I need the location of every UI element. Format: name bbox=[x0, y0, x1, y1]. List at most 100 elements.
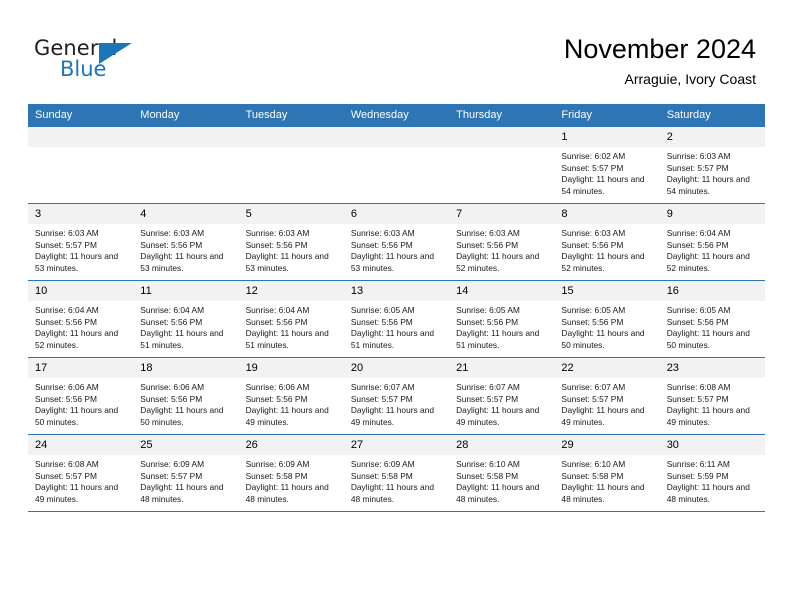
daylight-text: Daylight: 11 hours and 49 minutes. bbox=[666, 405, 750, 427]
calendar-day-cell[interactable]: 28 Sunrise: 6:10 AM Sunset: 5:58 PM Dayligh… bbox=[449, 434, 555, 512]
calendar-week-row: 17 Sunrise: 6:06 AM Sunset: 5:56 PM Dayligh… bbox=[28, 357, 765, 435]
daylight-text: Daylight: 11 hours and 50 minutes. bbox=[666, 328, 750, 350]
sunset-text: Sunset: 5:57 PM bbox=[35, 470, 97, 481]
calendar-day-cell[interactable]: 2 Sunrise: 6:03 AM Sunset: 5:57 PM Daylight… bbox=[659, 127, 765, 204]
calendar-day-cell[interactable]: 22 Sunrise: 6:07 AM Sunset: 5:57 PM Dayligh… bbox=[554, 357, 660, 435]
calendar-day-cell[interactable]: 26 Sunrise: 6:09 AM Sunset: 5:58 PM Dayligh… bbox=[238, 434, 344, 512]
sunset-text: Sunset: 5:56 PM bbox=[140, 316, 203, 327]
calendar-day-cell[interactable]: 29 Sunrise: 6:10 AM Sunset: 5:58 PM Dayligh… bbox=[554, 434, 660, 512]
calendar-day-cell[interactable]: 16 Sunrise: 6:05 AM Sunset: 5:56 PM Dayligh… bbox=[659, 280, 765, 358]
sunrise-text: Sunrise: 6:05 AM bbox=[456, 305, 520, 315]
calendar-cell-empty bbox=[238, 127, 344, 204]
sunrise-text: Sunrise: 6:04 AM bbox=[140, 305, 205, 315]
sunrise-text: Sunrise: 6:07 AM bbox=[561, 382, 626, 392]
day-number: 10 bbox=[28, 281, 134, 301]
day-number bbox=[449, 127, 555, 147]
day-number: 24 bbox=[28, 435, 134, 455]
day-details: Sunrise: 6:03 AM Sunset: 5:56 PM Daylight:… bbox=[449, 224, 554, 274]
sunrise-text: Sunrise: 6:08 AM bbox=[35, 459, 99, 469]
calendar-day-cell[interactable]: 15 Sunrise: 6:05 AM Sunset: 5:56 PM Dayligh… bbox=[554, 280, 660, 358]
sunrise-text: Sunrise: 6:03 AM bbox=[561, 228, 626, 238]
calendar-day-cell[interactable]: 17 Sunrise: 6:06 AM Sunset: 5:56 PM Dayligh… bbox=[28, 357, 134, 435]
calendar-day-cell[interactable]: 21 Sunrise: 6:07 AM Sunset: 5:57 PM Dayligh… bbox=[449, 357, 555, 435]
day-number: 9 bbox=[659, 204, 765, 224]
calendar-day-cell[interactable]: 18 Sunrise: 6:06 AM Sunset: 5:56 PM Dayligh… bbox=[133, 357, 239, 435]
day-details: Sunrise: 6:03 AM Sunset: 5:56 PM Daylight:… bbox=[239, 224, 344, 274]
day-number: 28 bbox=[449, 435, 555, 455]
calendar-day-cell[interactable]: 19 Sunrise: 6:06 AM Sunset: 5:56 PM Dayligh… bbox=[238, 357, 344, 435]
day-details: Sunrise: 6:06 AM Sunset: 5:56 PM Daylight:… bbox=[133, 378, 238, 428]
daylight-text: Daylight: 11 hours and 53 minutes. bbox=[245, 251, 329, 273]
day-number: 29 bbox=[554, 435, 660, 455]
calendar-day-cell[interactable]: 13 Sunrise: 6:05 AM Sunset: 5:56 PM Dayligh… bbox=[343, 280, 450, 358]
day-details: Sunrise: 6:03 AM Sunset: 5:57 PM Daylight:… bbox=[660, 147, 765, 197]
calendar-day-cell[interactable]: 6 Sunrise: 6:03 AM Sunset: 5:56 PM Daylight… bbox=[343, 203, 450, 281]
sunset-text: Sunset: 5:57 PM bbox=[140, 470, 203, 481]
calendar-day-cell[interactable]: 20 Sunrise: 6:07 AM Sunset: 5:57 PM Dayligh… bbox=[343, 357, 450, 435]
daylight-text: Daylight: 11 hours and 54 minutes. bbox=[561, 174, 645, 196]
calendar-cell-empty bbox=[133, 127, 239, 204]
day-details: Sunrise: 6:10 AM Sunset: 5:58 PM Daylight:… bbox=[554, 455, 659, 505]
calendar-day-cell[interactable]: 11 Sunrise: 6:04 AM Sunset: 5:56 PM Dayligh… bbox=[133, 280, 239, 358]
day-number bbox=[28, 127, 134, 147]
day-number: 20 bbox=[343, 358, 450, 378]
calendar-day-cell[interactable]: 4 Sunrise: 6:03 AM Sunset: 5:56 PM Daylight… bbox=[133, 203, 239, 281]
day-number: 30 bbox=[659, 435, 765, 455]
sunset-text: Sunset: 5:56 PM bbox=[245, 316, 308, 327]
day-number: 22 bbox=[554, 358, 660, 378]
sunset-text: Sunset: 5:56 PM bbox=[456, 239, 519, 250]
daylight-text: Daylight: 11 hours and 53 minutes. bbox=[35, 251, 119, 273]
calendar-day-cell[interactable]: 12 Sunrise: 6:04 AM Sunset: 5:56 PM Dayligh… bbox=[238, 280, 344, 358]
calendar-day-cell[interactable]: 27 Sunrise: 6:09 AM Sunset: 5:58 PM Dayligh… bbox=[343, 434, 450, 512]
calendar-day-cell[interactable]: 9 Sunrise: 6:04 AM Sunset: 5:56 PM Daylight… bbox=[659, 203, 765, 281]
day-number: 26 bbox=[238, 435, 344, 455]
calendar-day-cell[interactable]: 5 Sunrise: 6:03 AM Sunset: 5:56 PM Daylight… bbox=[238, 203, 344, 281]
sunrise-text: Sunrise: 6:05 AM bbox=[350, 305, 415, 315]
day-details: Sunrise: 6:05 AM Sunset: 5:56 PM Daylight:… bbox=[554, 301, 659, 351]
calendar-day-cell[interactable]: 30 Sunrise: 6:11 AM Sunset: 5:59 PM Dayligh… bbox=[659, 434, 765, 512]
page-header: General Blue November 2024 Arraguie, Ivo… bbox=[0, 0, 792, 100]
sunset-text: Sunset: 5:56 PM bbox=[666, 239, 729, 250]
sunset-text: Sunset: 5:57 PM bbox=[666, 393, 729, 404]
sunrise-text: Sunrise: 6:06 AM bbox=[35, 382, 99, 392]
day-number: 13 bbox=[343, 281, 450, 301]
calendar-day-cell[interactable]: 23 Sunrise: 6:08 AM Sunset: 5:57 PM Dayligh… bbox=[659, 357, 765, 435]
sunset-text: Sunset: 5:57 PM bbox=[35, 239, 97, 250]
calendar-day-cell[interactable]: 25 Sunrise: 6:09 AM Sunset: 5:57 PM Dayligh… bbox=[133, 434, 239, 512]
sunset-text: Sunset: 5:56 PM bbox=[350, 239, 413, 250]
day-number: 12 bbox=[238, 281, 344, 301]
sunset-text: Sunset: 5:57 PM bbox=[350, 393, 413, 404]
general-blue-logo[interactable]: General Blue bbox=[34, 36, 164, 84]
daylight-text: Daylight: 11 hours and 48 minutes. bbox=[350, 482, 435, 504]
day-details: Sunrise: 6:02 AM Sunset: 5:57 PM Daylight:… bbox=[554, 147, 659, 197]
sunrise-text: Sunrise: 6:04 AM bbox=[666, 228, 731, 238]
sunset-text: Sunset: 5:58 PM bbox=[456, 470, 519, 481]
calendar-day-cell[interactable]: 8 Sunrise: 6:03 AM Sunset: 5:56 PM Daylight… bbox=[554, 203, 660, 281]
day-number bbox=[238, 127, 344, 147]
page-subtitle: Arraguie, Ivory Coast bbox=[624, 71, 757, 87]
sunrise-text: Sunrise: 6:07 AM bbox=[350, 382, 415, 392]
day-details: Sunrise: 6:06 AM Sunset: 5:56 PM Daylight:… bbox=[239, 378, 344, 428]
calendar-day-cell[interactable]: 10 Sunrise: 6:04 AM Sunset: 5:56 PM Dayligh… bbox=[28, 280, 134, 358]
sunset-text: Sunset: 5:56 PM bbox=[245, 393, 308, 404]
weekday-header-tuesday: Tuesday bbox=[238, 104, 344, 127]
sunset-text: Sunset: 5:56 PM bbox=[245, 239, 308, 250]
day-number: 18 bbox=[133, 358, 239, 378]
calendar-day-cell[interactable]: 7 Sunrise: 6:03 AM Sunset: 5:56 PM Daylight… bbox=[449, 203, 555, 281]
day-number: 16 bbox=[659, 281, 765, 301]
sunset-text: Sunset: 5:57 PM bbox=[561, 162, 624, 173]
calendar-day-cell[interactable]: 24 Sunrise: 6:08 AM Sunset: 5:57 PM Dayligh… bbox=[28, 434, 134, 512]
day-details: Sunrise: 6:09 AM Sunset: 5:58 PM Daylight:… bbox=[239, 455, 344, 505]
calendar-day-cell[interactable]: 14 Sunrise: 6:05 AM Sunset: 5:56 PM Dayligh… bbox=[449, 280, 555, 358]
sunset-text: Sunset: 5:56 PM bbox=[35, 316, 97, 327]
calendar-day-cell[interactable]: 3 Sunrise: 6:03 AM Sunset: 5:57 PM Daylight… bbox=[28, 203, 134, 281]
sunrise-text: Sunrise: 6:08 AM bbox=[666, 382, 731, 392]
day-number: 19 bbox=[238, 358, 344, 378]
daylight-text: Daylight: 11 hours and 49 minutes. bbox=[245, 405, 329, 427]
sunrise-text: Sunrise: 6:03 AM bbox=[666, 151, 731, 161]
day-number: 27 bbox=[343, 435, 450, 455]
calendar-day-cell[interactable]: 1 Sunrise: 6:02 AM Sunset: 5:57 PM Daylight… bbox=[554, 127, 660, 204]
sunset-text: Sunset: 5:56 PM bbox=[350, 316, 413, 327]
day-details: Sunrise: 6:03 AM Sunset: 5:56 PM Daylight:… bbox=[554, 224, 659, 274]
sunset-text: Sunset: 5:57 PM bbox=[561, 393, 624, 404]
